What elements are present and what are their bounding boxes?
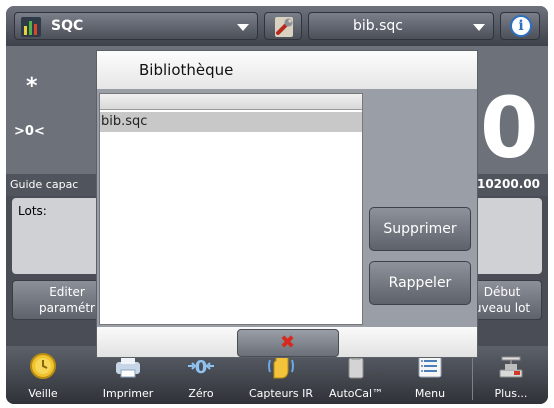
library-dialog-footer: ✖ <box>97 327 477 357</box>
file-dropdown[interactable]: bib.sqc <box>308 12 494 40</box>
chevron-down-icon <box>237 24 249 31</box>
file-dropdown-label: bib.sqc <box>353 18 403 34</box>
library-file-list[interactable]: bib.sqc <box>99 93 363 325</box>
application-dropdown[interactable]: SQC <box>14 12 258 40</box>
application-label: SQC <box>51 18 84 34</box>
info-icon: i <box>510 15 532 37</box>
toolbar-standby-button[interactable]: Veille <box>14 346 72 404</box>
close-icon: ✖ <box>280 332 296 353</box>
weight-reading: 0 <box>480 79 539 177</box>
capacity-guide-value: 10200.00 <box>476 177 540 191</box>
weight-unit: g <box>520 134 529 150</box>
balance-screen: SQC bib.sqc i * >0< 0 g Guide capac 1020… <box>6 6 548 404</box>
library-dialog-title-bar: Bibliothèque <box>97 51 477 89</box>
toolbar-ir-sensors-label: Capteurs IR <box>248 387 314 400</box>
wrench-icon <box>275 17 293 37</box>
toolbar-menu-label: Menu <box>414 387 446 400</box>
bar-chart-icon <box>21 17 41 37</box>
lots-label: Lots: <box>18 204 47 218</box>
list-header <box>100 94 362 110</box>
center-of-zero-indicator: >0< <box>14 124 45 139</box>
toolbar-standby-label: Veille <box>28 387 58 400</box>
cancel-button[interactable]: ✖ <box>237 329 339 357</box>
toolbar-autocal-label: AutoCal™ <box>328 387 384 400</box>
toolbar-more-button[interactable]: Plus... <box>480 346 542 404</box>
toolbar-zero-label: Zéro <box>188 387 214 400</box>
chevron-down-icon <box>473 24 485 31</box>
info-button[interactable]: i <box>500 12 540 40</box>
capacity-guide-label: Guide capac <box>10 178 79 191</box>
list-item[interactable]: bib.sqc <box>100 112 362 132</box>
library-dialog-title: Bibliothèque <box>139 61 234 79</box>
recall-button[interactable]: Rappeler <box>369 261 471 305</box>
toolbar-more-label: Plus... <box>494 387 528 400</box>
tools-button[interactable] <box>264 12 302 40</box>
svg-text:0: 0 <box>195 357 208 378</box>
stability-indicator: * <box>26 74 38 99</box>
clock-icon <box>30 353 56 379</box>
top-bar: SQC bib.sqc i <box>6 6 548 46</box>
library-dialog: Bibliothèque bib.sqc Supprimer Rappeler … <box>96 50 478 358</box>
balance-icon <box>499 356 523 378</box>
toolbar-print-label: Imprimer <box>102 387 154 400</box>
delete-button[interactable]: Supprimer <box>369 207 471 251</box>
